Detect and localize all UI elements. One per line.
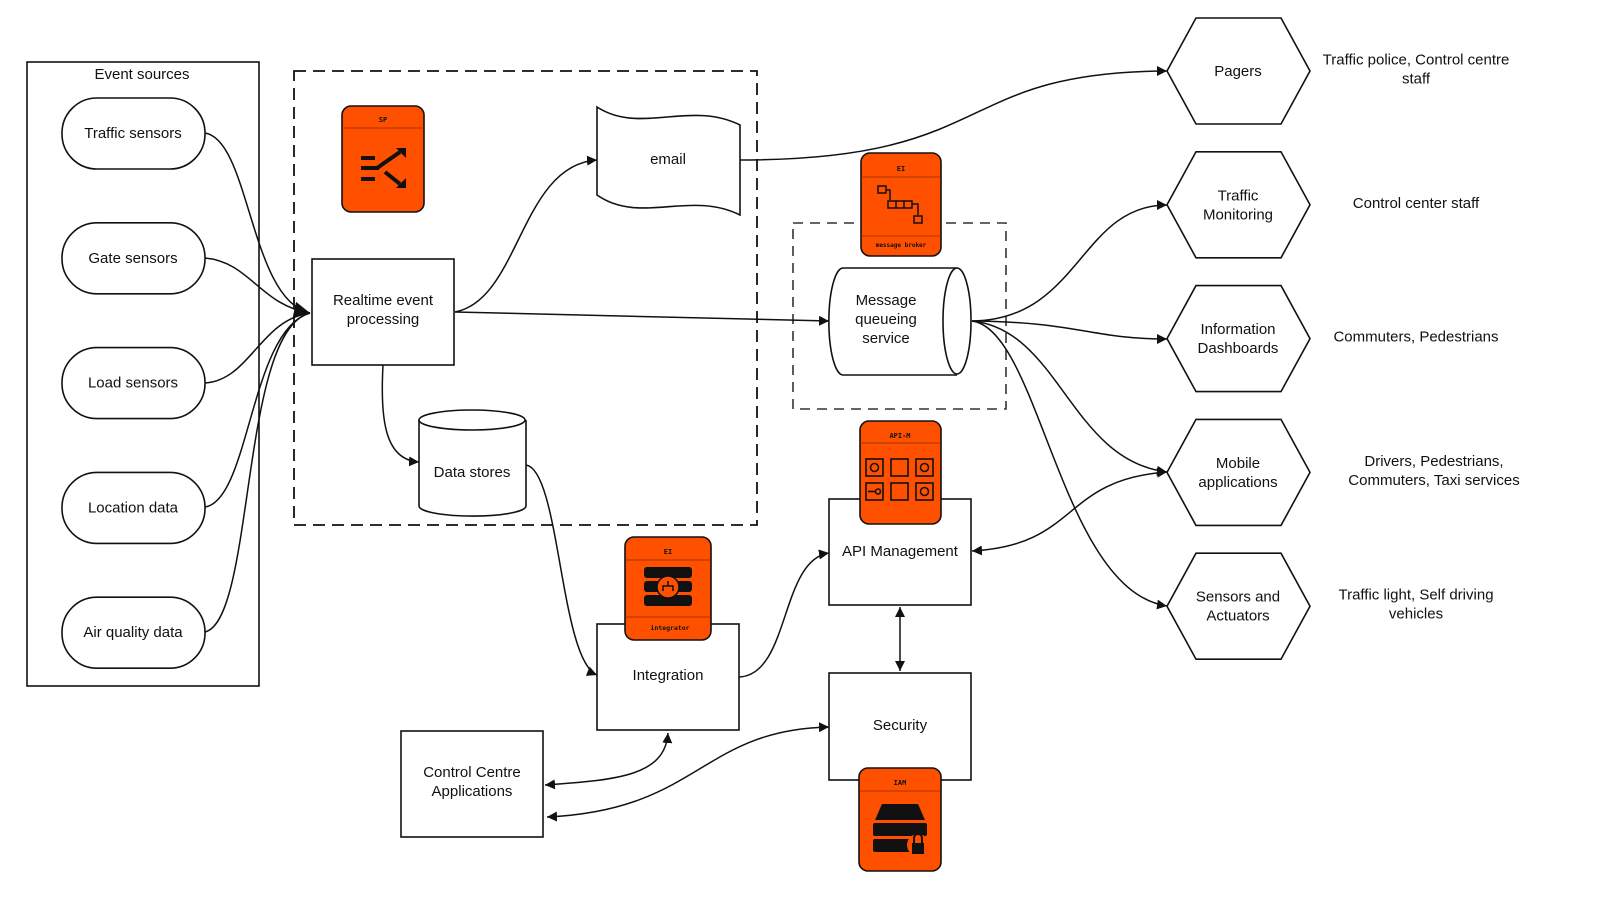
consumer-label: Sensors and: [1196, 589, 1280, 606]
consumer-label: Mobile: [1216, 455, 1260, 472]
node-label: service: [862, 330, 910, 347]
svg-text:message broker: message broker: [876, 242, 927, 249]
message-broker-icon: EI message broker: [860, 152, 942, 257]
event-sources-title: Event sources: [94, 66, 189, 83]
consumer-label: Traffic: [1218, 187, 1259, 204]
svg-text:EI: EI: [664, 548, 672, 556]
stream-processor-icon: SP: [341, 105, 425, 213]
node-label: Security: [873, 717, 928, 734]
consumer-label: Information: [1200, 321, 1275, 338]
architecture-diagram: Event sources Traffic sensors Gate sensor…: [26, 17, 1520, 872]
node-label: Data stores: [434, 464, 511, 481]
event-source-label: Gate sensors: [88, 250, 177, 267]
event-source-item[interactable]: Traffic sensors: [61, 97, 206, 170]
svg-text:SP: SP: [379, 116, 387, 124]
consumer-audience: Commuters, Taxi services: [1348, 472, 1519, 489]
event-source-label: Load sensors: [88, 375, 178, 392]
consumer-audience: Control center staff: [1353, 195, 1480, 212]
consumer-node[interactable]: Traffic Monitoring: [1166, 151, 1311, 259]
node-label: Applications: [432, 783, 513, 800]
consumers-group: Pagers Traffic police, Control centre staf…: [1166, 17, 1520, 660]
consumer-label: Dashboards: [1198, 340, 1279, 357]
security-node[interactable]: Security: [828, 672, 972, 781]
consumer-audience: vehicles: [1389, 606, 1443, 623]
node-label: Message: [856, 292, 917, 309]
node-label: Integration: [633, 667, 704, 684]
node-label: API Management: [842, 543, 959, 560]
consumer-node[interactable]: Mobile applications: [1166, 418, 1311, 527]
event-source-item[interactable]: Gate sensors: [61, 222, 206, 295]
integrator-icon: EI integrator: [624, 536, 712, 641]
svg-text:API-M: API-M: [889, 432, 910, 440]
event-source-item[interactable]: Air quality data: [61, 596, 206, 670]
event-source-label: Traffic sensors: [84, 125, 182, 142]
event-source-item[interactable]: Load sensors: [61, 346, 206, 420]
consumer-audience: Traffic light, Self driving: [1338, 587, 1493, 604]
message-queue-node[interactable]: Message queueing service: [828, 267, 972, 376]
api-manager-icon: API-M: [859, 420, 942, 525]
realtime-processing-node[interactable]: Realtime event processing: [311, 258, 455, 366]
control-centre-node[interactable]: Control Centre Applications: [400, 730, 544, 838]
node-label: Realtime event: [333, 292, 434, 309]
node-label: Control Centre: [423, 764, 521, 781]
consumer-label: Actuators: [1206, 608, 1269, 625]
consumer-label: Monitoring: [1203, 206, 1273, 223]
node-label: queueing: [855, 311, 917, 328]
svg-text:EI: EI: [897, 165, 905, 173]
svg-text:IAM: IAM: [894, 779, 907, 787]
node-label: processing: [347, 311, 420, 328]
consumer-node[interactable]: Sensors and Actuators: [1166, 552, 1311, 660]
consumer-label: Pagers: [1214, 63, 1262, 80]
svg-text:integrator: integrator: [650, 624, 689, 632]
event-source-label: Location data: [88, 499, 179, 516]
consumer-node[interactable]: Pagers: [1166, 17, 1311, 125]
data-stores-node[interactable]: Data stores: [418, 409, 527, 517]
identity-server-icon: IAM: [858, 767, 942, 872]
node-label: email: [650, 151, 686, 168]
event-source-label: Air quality data: [83, 624, 183, 641]
consumer-audience: staff: [1402, 71, 1431, 88]
email-node[interactable]: email: [596, 105, 741, 217]
consumer-audience: Commuters, Pedestrians: [1333, 329, 1498, 346]
event-source-item[interactable]: Location data: [61, 471, 206, 545]
consumer-node[interactable]: Information Dashboards: [1166, 284, 1311, 393]
consumer-label: applications: [1198, 474, 1277, 491]
consumer-audience: Drivers, Pedestrians,: [1364, 453, 1503, 470]
consumer-audience: Traffic police, Control centre: [1323, 52, 1510, 69]
event-sources-group: Event sources Traffic sensors Gate sensor…: [26, 61, 260, 687]
